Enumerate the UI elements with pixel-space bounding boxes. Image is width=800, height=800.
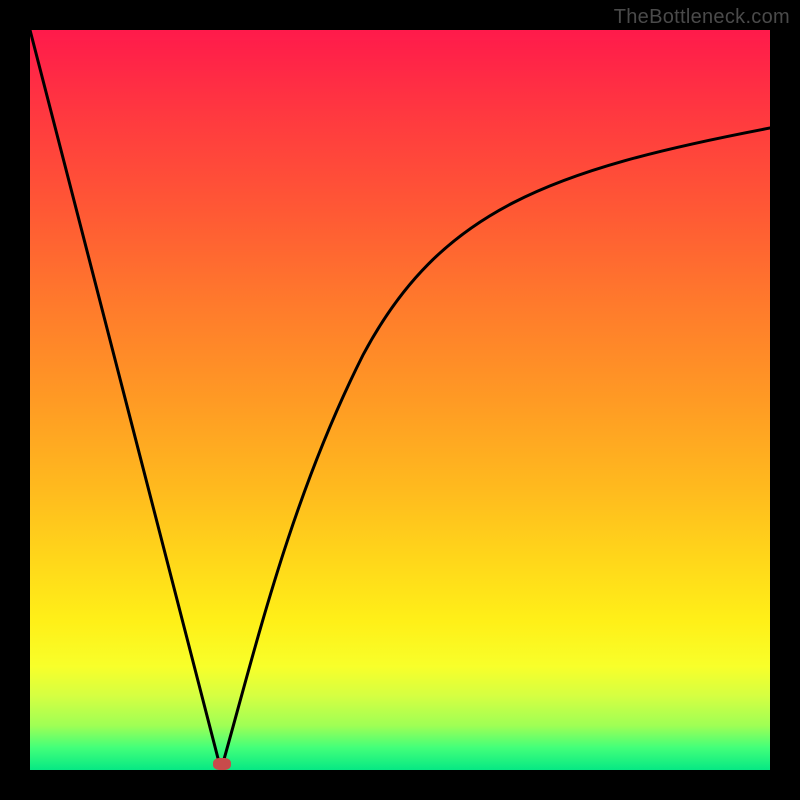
watermark-text: TheBottleneck.com: [614, 6, 790, 29]
chart-frame: TheBottleneck.com: [0, 0, 800, 800]
plot-background-gradient: [30, 30, 770, 770]
optimal-point-marker: [213, 758, 231, 770]
